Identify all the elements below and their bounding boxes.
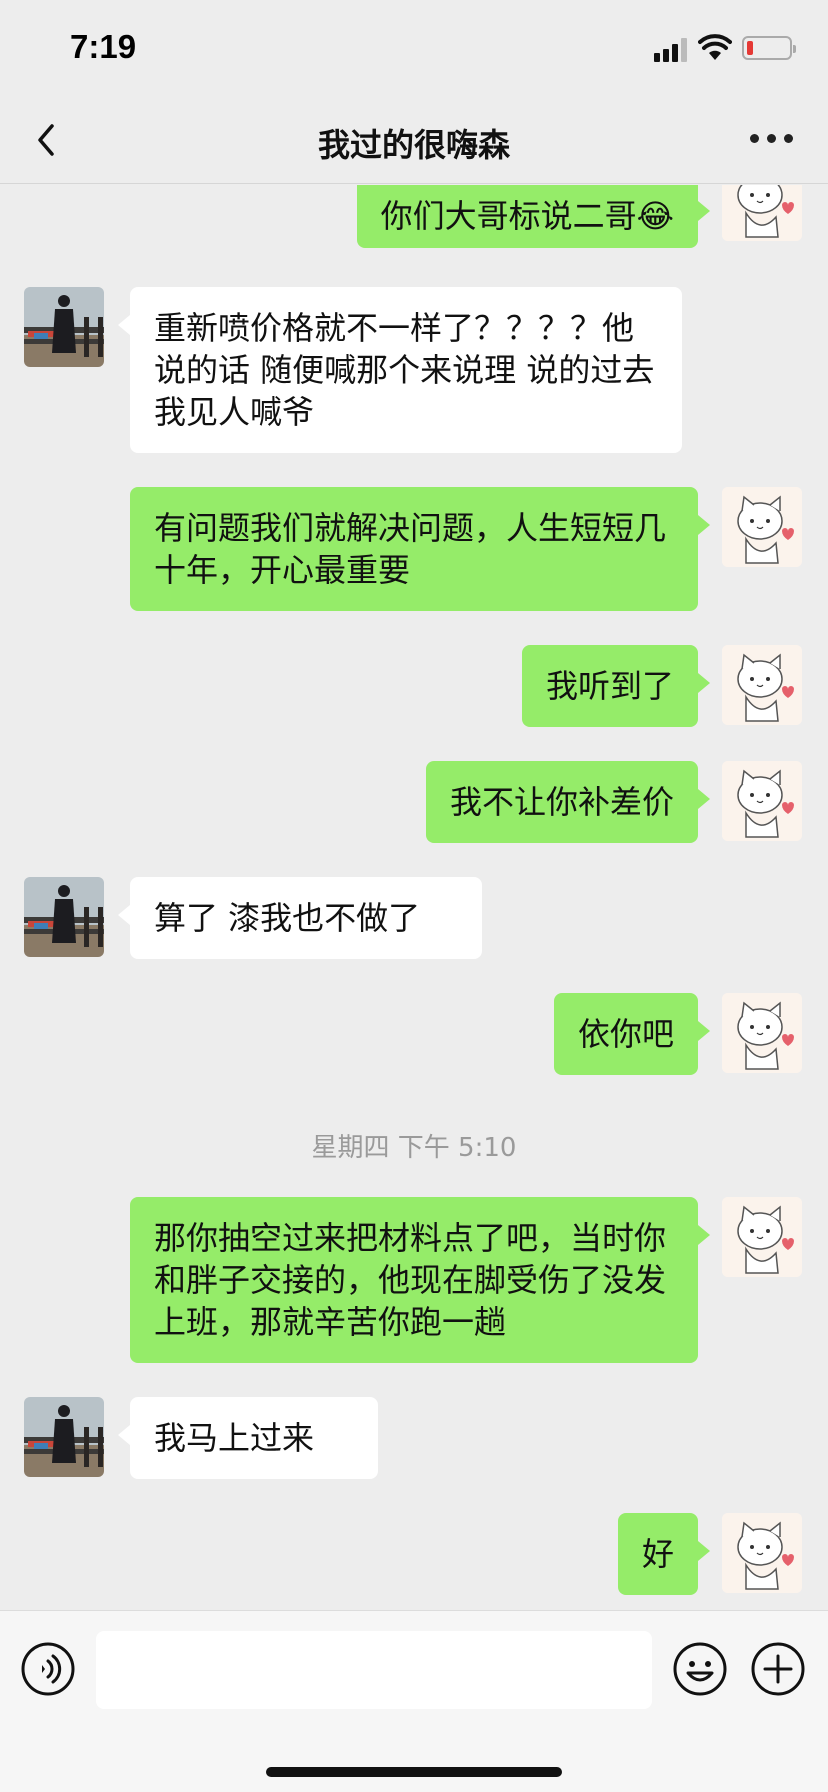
cat-avatar-icon [722,761,802,841]
message-text: 我不让你补差价 [449,783,674,821]
message-text: 你们大哥标说二哥😂 [380,197,674,235]
message-bubble-self[interactable]: 那你抽空过来把材料点了吧，当时你和胖子交接的，他现在脚受伤了没发上班，那就辛苦你… [130,1197,710,1363]
timestamp: 星期四 下午 5:10 [311,1133,517,1163]
message-text: 有问题我们就解决问题，人生短短几十年，开心最重要 [154,509,667,589]
contact-photo [24,287,104,367]
cat-avatar-icon [722,1513,802,1593]
home-indicator[interactable] [266,1767,562,1777]
message-bubble-contact[interactable]: 我马上过来 [118,1397,378,1479]
cat-avatar-icon [722,1197,802,1277]
cat-avatar-icon [722,185,802,241]
message-bubble-self[interactable]: 你们大哥标说二哥😂 [356,185,711,248]
avatar-self[interactable] [722,761,802,841]
cat-avatar-icon [722,487,802,567]
status-bar: 7:19 [0,0,828,96]
avatar-self[interactable] [722,1513,802,1593]
wifi-icon [698,34,732,60]
message-text: 算了 漆我也不做了 [154,899,421,937]
message-bubble-contact[interactable]: 算了 漆我也不做了 [118,877,482,959]
avatar-self[interactable] [722,1197,802,1277]
emoji-icon[interactable] [672,1641,728,1697]
cat-avatar-icon [722,645,802,725]
status-time: 7:19 [70,28,137,65]
voice-icon[interactable] [20,1641,76,1697]
message-bubble-self[interactable]: 我不让你补差价 [425,761,711,843]
chat-title: 我过的很嗨森 [317,126,510,164]
cat-avatar-icon [722,993,802,1073]
message-text: 我听到了 [545,667,674,705]
message-input[interactable] [96,1631,652,1709]
message-bubble-self[interactable]: 我听到了 [521,645,711,727]
contact-photo [24,1397,104,1477]
plus-icon[interactable] [750,1641,806,1697]
cellular-signal-icon [654,38,688,62]
message-text: 好 [641,1535,674,1573]
message-text: 依你吧 [577,1015,674,1053]
message-bubble-self[interactable]: 好 [617,1513,711,1595]
avatar-contact[interactable] [24,877,104,957]
battery-icon [742,36,796,60]
message-text: 我马上过来 [154,1419,315,1457]
contact-photo [24,877,104,957]
input-bar [0,1610,828,1792]
message-text: 重新喷价格就不一样了？？？？他说的话 随便喊那个来说理 说的过去 我见人喊爷 [154,309,655,431]
more-dots-icon[interactable] [750,134,794,146]
message-bubble-self[interactable]: 有问题我们就解决问题，人生短短几十年，开心最重要 [130,487,710,611]
avatar-self[interactable] [722,185,802,241]
message-bubble-self[interactable]: 依你吧 [553,993,711,1075]
avatar-contact[interactable] [24,1397,104,1477]
message-text: 那你抽空过来把材料点了吧，当时你和胖子交接的，他现在脚受伤了没发上班，那就辛苦你… [154,1219,667,1341]
avatar-self[interactable] [722,993,802,1073]
avatar-contact[interactable] [24,287,104,367]
message-bubble-contact[interactable]: 重新喷价格就不一样了？？？？他说的话 随便喊那个来说理 说的过去 我见人喊爷 [118,287,682,453]
nav-bar: 我过的很嗨森 [0,96,828,184]
avatar-self[interactable] [722,487,802,567]
chat-area[interactable]: 你们大哥标说二哥😂 重新喷价格就不一样了？？？？他说的话 随便喊那个来说理 说的… [0,185,828,1610]
avatar-self[interactable] [722,645,802,725]
